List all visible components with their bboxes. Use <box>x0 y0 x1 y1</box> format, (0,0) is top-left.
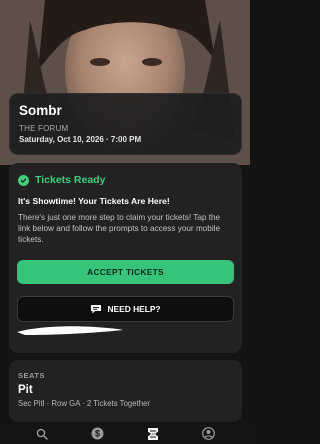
event-venue: THE FORUM <box>19 124 69 133</box>
redaction-scribble <box>17 326 123 335</box>
check-circle-icon <box>18 174 29 186</box>
chat-bubble-icon <box>90 304 102 314</box>
event-title: Sombr <box>19 103 62 118</box>
svg-text:$: $ <box>95 429 100 439</box>
need-help-label: NEED HELP? <box>107 304 161 314</box>
tickets-ready-subtitle: It's Showtime! Your Tickets Are Here! <box>18 196 170 206</box>
seats-card[interactable]: SEATS Pit Sec Pitl · Row GA · 2 Tickets … <box>9 360 242 422</box>
tickets-ready-title: Tickets Ready <box>35 174 106 186</box>
seats-section: Pit <box>18 384 33 396</box>
account-icon[interactable] <box>200 426 216 442</box>
ticket-icon[interactable] <box>145 426 161 442</box>
event-datetime: Saturday, Oct 10, 2026 · 7:00 PM <box>19 135 142 144</box>
seats-detail: Sec Pitl · Row GA · 2 Tickets Together <box>18 399 151 408</box>
seats-label: SEATS <box>18 371 45 380</box>
need-help-button[interactable]: NEED HELP? <box>17 296 234 322</box>
dollar-icon[interactable]: $ <box>89 426 105 442</box>
search-icon[interactable] <box>34 426 50 442</box>
accept-tickets-button[interactable]: ACCEPT TICKETS <box>17 260 234 284</box>
tickets-ready-card: Tickets Ready It's Showtime! Your Ticket… <box>9 163 242 353</box>
tickets-ready-body: There's just one more step to claim your… <box>18 213 221 245</box>
tickets-ready-header: Tickets Ready <box>18 174 233 186</box>
event-info-card: Sombr THE FORUM Saturday, Oct 10, 2026 ·… <box>9 93 242 155</box>
bottom-nav: $ <box>0 423 250 444</box>
